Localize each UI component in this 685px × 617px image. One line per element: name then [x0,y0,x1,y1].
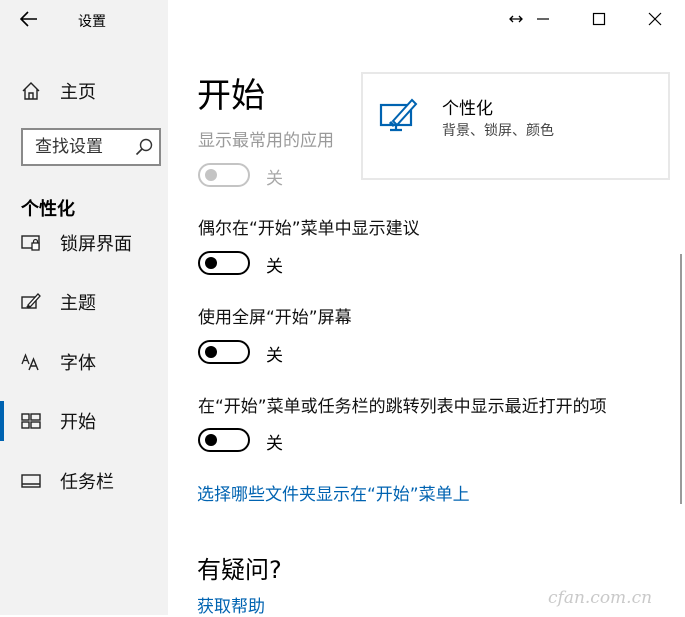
sidebar-item-font[interactable]: 字体 [0,342,168,382]
page-title: 开始 [197,76,265,116]
close-icon [648,12,662,26]
maximize-button[interactable] [586,6,612,32]
minimize-button[interactable] [530,6,556,32]
toggle-knob [205,169,217,181]
close-button[interactable] [642,6,668,32]
help-heading: 有疑问? [197,556,282,584]
toggle-state-label: 关 [266,257,283,277]
selection-indicator [0,401,4,441]
back-arrow-icon [20,11,37,27]
start-tiles-icon [20,410,42,432]
get-help-link[interactable]: 获取帮助 [197,592,265,617]
choose-folders-link[interactable]: 选择哪些文件夹显示在“开始”菜单上 [197,480,470,505]
lock-screen-icon [20,232,42,254]
resize-icon [509,15,523,23]
toggle-recent-items[interactable] [198,428,250,452]
sidebar-item-theme[interactable]: 主题 [0,282,168,322]
toggle-most-used-apps [198,163,250,187]
setting-label-recent-items: 在“开始”菜单或任务栏的跳转列表中显示最近打开的项 [198,397,607,417]
toggle-knob [205,434,217,446]
taskbar-icon [20,470,42,492]
minimize-icon [537,18,549,20]
sidebar-item-label: 主题 [60,293,96,314]
sidebar-item-label: 任务栏 [60,472,114,493]
sidebar-item-label: 开始 [60,412,96,433]
app-title: 设置 [78,14,106,30]
sidebar-item-start[interactable]: 开始 [0,401,168,441]
setting-label-most-used-apps: 显示最常用的应用 [198,131,334,151]
sidebar-item-label: 字体 [60,353,96,374]
toggle-fullscreen-start[interactable] [198,340,250,364]
setting-label-suggestions: 偶尔在“开始”菜单中显示建议 [198,219,420,239]
search-box[interactable] [21,128,161,166]
watermark: cfan.com.cn [548,588,653,608]
search-icon[interactable] [135,138,153,156]
toggle-knob [205,346,217,358]
maximize-icon [592,12,606,26]
search-input[interactable] [35,136,131,158]
sidebar-section-title: 个性化 [21,199,75,220]
sidebar-item-lock-screen[interactable]: 锁屏界面 [0,223,168,263]
related-card-title: 个性化 [442,99,493,119]
toggle-state-label: 关 [266,434,283,454]
related-personalization-card[interactable]: 个性化 背景、锁屏、颜色 [361,72,670,180]
setting-label-fullscreen-start: 使用全屏“开始”屏幕 [198,308,352,328]
toggle-state-label: 关 [266,169,283,189]
resize-handle[interactable] [506,6,526,32]
sidebar: 设置 主页 个性化 锁屏界面 [0,0,168,615]
back-button[interactable] [14,6,44,32]
sidebar-item-taskbar[interactable]: 任务栏 [0,461,168,501]
sidebar-item-label: 主页 [60,82,96,103]
sidebar-item-label: 锁屏界面 [60,234,132,255]
related-card-subtitle: 背景、锁屏、颜色 [442,123,554,139]
toggle-suggestions[interactable] [198,251,250,275]
font-icon [20,351,42,373]
scrollbar[interactable] [680,254,682,504]
toggle-state-label: 关 [266,346,283,366]
personalization-icon [379,98,418,132]
toggle-knob [205,257,217,269]
home-icon [20,80,42,102]
sidebar-item-home[interactable]: 主页 [0,71,168,111]
theme-brush-icon [20,291,42,313]
